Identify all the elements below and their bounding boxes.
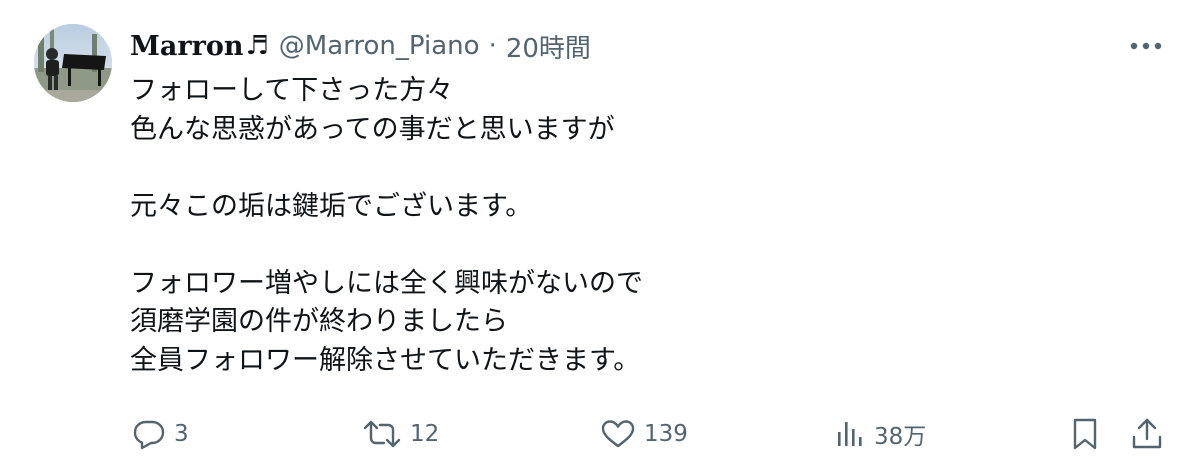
views-icon (838, 422, 862, 446)
share-icon (1132, 418, 1162, 449)
reply-count: 3 (174, 421, 189, 447)
display-name[interactable]: Marron (130, 31, 243, 62)
retweet-count: 12 (410, 421, 440, 447)
retweet-icon (363, 420, 401, 448)
avatar[interactable] (34, 24, 112, 102)
tweet-card[interactable]: Marron ♬ @Marron_Piano · 20時間 フォローして下さった… (0, 0, 1198, 476)
bookmark-icon (1073, 418, 1097, 450)
like-count: 139 (644, 421, 688, 447)
user-handle[interactable]: @Marron_Piano (279, 31, 480, 61)
like-button[interactable]: 139 (600, 414, 688, 454)
tweet-text-line (130, 149, 1160, 188)
views-button[interactable]: 38万 (836, 414, 926, 454)
tweet-text-line (130, 226, 1160, 265)
tweet-text-line: 色んな思惑があっての事だと思いますが (130, 113, 615, 145)
reply-icon (133, 420, 165, 450)
view-count: 38万 (874, 424, 927, 450)
more-button[interactable] (1124, 28, 1168, 64)
avatar-image (34, 24, 112, 102)
bookmark-button[interactable] (1070, 414, 1100, 454)
retweet-button[interactable]: 12 (362, 414, 439, 454)
tweet-text-line: 全員フォロワー解除させていただきます。 (130, 344, 641, 376)
tweet-header: Marron ♬ @Marron_Piano · 20時間 (130, 26, 591, 66)
reply-button[interactable]: 3 (132, 414, 189, 454)
tweet-text-line: 須磨学園の件が終わりましたら (130, 306, 508, 337)
tweet-text-line: 元々この垢は鍵垢でございます。 (130, 190, 533, 222)
separator-dot: · (488, 31, 497, 61)
more-icon (1130, 42, 1162, 50)
music-note-emoji: ♬ (245, 31, 269, 61)
tweet-text-line: フォローして下さった方々 (130, 75, 454, 106)
tweet-text-line: フォロワー増やしには全く興味がないので (130, 267, 643, 299)
timestamp[interactable]: 20時間 (506, 28, 591, 65)
heart-icon (601, 420, 635, 448)
share-button[interactable] (1130, 414, 1164, 454)
tweet-text: フォローして下さった方々 色んな思惑があっての事だと思いますが 元々この垢は鍵垢… (130, 72, 1160, 380)
